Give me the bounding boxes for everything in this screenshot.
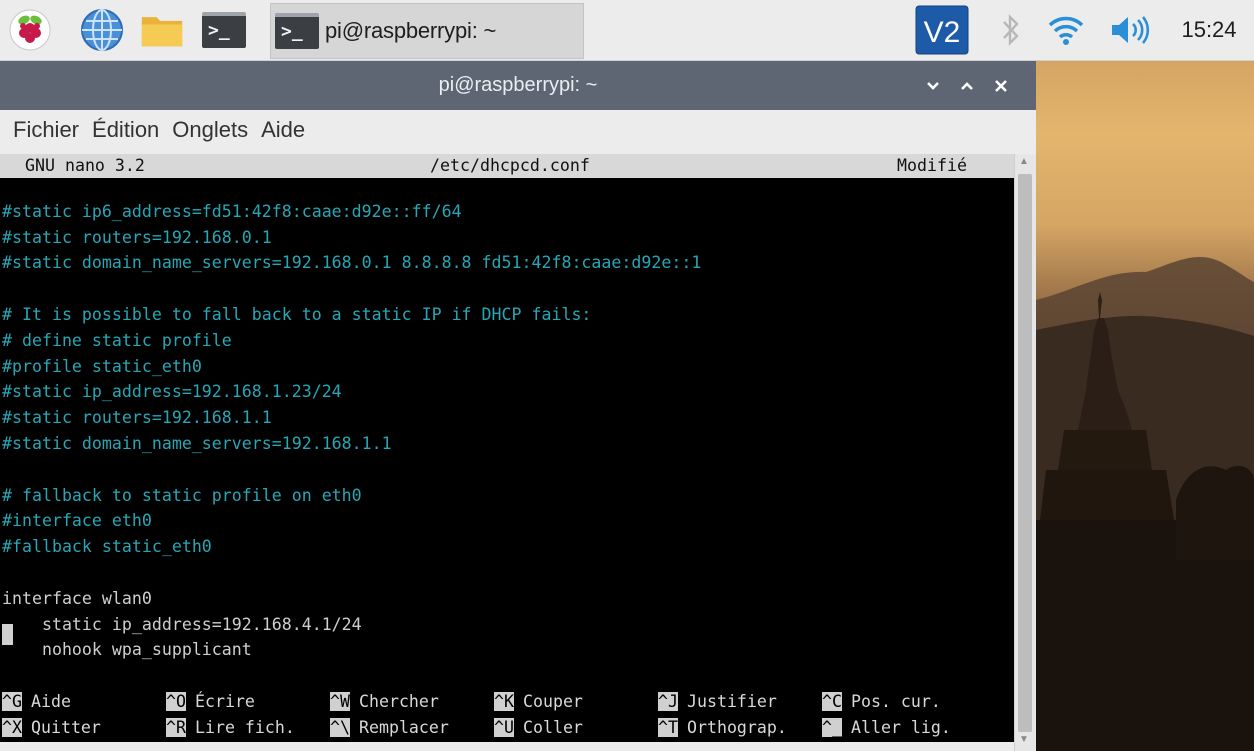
close-button[interactable]	[984, 73, 1018, 99]
web-browser-icon[interactable]	[80, 8, 124, 52]
shortcut-key: ^C	[822, 692, 842, 711]
nano-shortcut[interactable]: ^W Chercher	[330, 689, 439, 715]
editor-line: # It is possible to fall back to a stati…	[2, 305, 592, 324]
temple-silhouette-image	[1036, 0, 1254, 751]
nano-shortcut[interactable]: ^C Pos. cur.	[822, 689, 941, 715]
shortcut-key: ^G	[2, 692, 22, 711]
shortcut-label: Écrire	[194, 692, 255, 711]
nano-shortcut[interactable]: ^J Justifier	[658, 689, 777, 715]
editor-line: # fallback to static profile on eth0	[2, 485, 362, 505]
nano-version: GNU nano 3.2	[25, 156, 145, 175]
bluetooth-icon[interactable]	[996, 4, 1026, 56]
shortcut-label: Pos. cur.	[850, 692, 941, 711]
terminal-area[interactable]: GNU nano 3.2 /etc/dhcpcd.conf Modifié #s…	[0, 154, 1014, 742]
shortcut-key: ^R	[166, 718, 186, 737]
scroll-down-icon[interactable]: ▼	[1019, 734, 1029, 745]
editor-line: #fallback static_eth0	[2, 537, 212, 557]
nano-shortcut-row: ^G Aide ^O Écrire ^W Chercher ^K Couper ^J Justif…	[0, 689, 1014, 715]
menu-onglets[interactable]: Onglets	[172, 117, 248, 143]
volume-icon[interactable]	[1108, 4, 1154, 56]
raspberry-menu-icon[interactable]	[8, 8, 52, 52]
shortcut-key: ^K	[494, 692, 514, 711]
shortcut-key: ^\	[330, 718, 350, 737]
nano-shortcut[interactable]: ^O Écrire	[166, 689, 255, 715]
editor-line: #static routers=192.168.1.1	[2, 408, 272, 428]
editor-line: interface wlan0	[2, 588, 152, 608]
nano-shortcut[interactable]: ^U Coller	[494, 715, 583, 741]
nano-shortcut[interactable]: ^K Couper	[494, 689, 583, 715]
editor-line: #profile static_eth0	[2, 356, 202, 376]
text-cursor	[2, 624, 13, 645]
shortcut-label: Aller lig.	[850, 718, 951, 737]
shortcut-label: Justifier	[686, 692, 777, 711]
menu-aide[interactable]: Aide	[261, 117, 305, 143]
terminal-launcher-icon[interactable]: >_	[202, 8, 246, 52]
shortcut-key: ^J	[658, 692, 678, 711]
shortcut-label: Quitter	[30, 718, 101, 737]
editor-line: #static routers=192.168.0.1	[2, 227, 272, 247]
nano-filename: /etc/dhcpcd.conf	[430, 156, 590, 175]
nano-shortcut[interactable]: ^_ Aller lig.	[822, 715, 951, 741]
maximize-button[interactable]	[950, 73, 984, 99]
close-icon	[995, 80, 1007, 92]
wifi-icon[interactable]	[1046, 4, 1086, 56]
shortcut-key: ^X	[2, 718, 22, 737]
shortcut-key: ^W	[330, 692, 350, 711]
file-manager-icon[interactable]	[140, 8, 184, 52]
nano-header: GNU nano 3.2 /etc/dhcpcd.conf Modifié	[0, 154, 1014, 178]
editor-line: #static ip6_address=fd51:42f8:caae:d92e:…	[2, 201, 462, 221]
editor-line: nohook wpa_supplicant	[2, 640, 252, 660]
clock-time: 15:24	[1181, 17, 1237, 42]
nano-shortcut[interactable]: ^\ Remplacer	[330, 715, 449, 741]
menu-bar: Fichier Édition Onglets Aide	[0, 110, 1036, 150]
shortcut-label: Aide	[30, 692, 71, 711]
shortcut-key: ^U	[494, 718, 514, 737]
editor-line: #static ip_address=192.168.1.23/24	[2, 382, 342, 402]
shortcut-label: Coller	[522, 718, 583, 737]
nano-shortcut-row: ^X Quitter ^R Lire fich. ^\ Remplacer ^U Coller…	[0, 715, 1014, 741]
nano-shortcut[interactable]: ^G Aide	[2, 689, 71, 715]
editor-line: #static domain_name_servers=192.168.1.1	[2, 434, 392, 453]
menu-fichier[interactable]: Fichier	[13, 117, 79, 143]
shortcut-key: ^O	[166, 692, 186, 711]
terminal-scrollbar[interactable]: ▲ ▼	[1014, 154, 1036, 751]
clock[interactable]: 15:24	[1176, 4, 1242, 56]
shortcut-label: Remplacer	[358, 718, 449, 737]
scroll-up-icon[interactable]: ▲	[1019, 156, 1029, 167]
taskbar: >_ >_ pi@raspberrypi: ~ V2 15:24	[0, 0, 1254, 61]
window-title: pi@raspberrypi: ~	[438, 74, 598, 96]
shortcut-label: Couper	[522, 692, 583, 711]
chevron-down-icon	[927, 82, 939, 90]
nano-shortcut[interactable]: ^T Orthograp.	[658, 715, 787, 741]
editor-line: # define static profile	[2, 330, 232, 350]
terminal-window: pi@raspberrypi: ~ Fichier Édition Onglet…	[0, 61, 1036, 751]
taskbar-item-label: pi@raspberrypi: ~	[325, 18, 497, 43]
scroll-thumb[interactable]	[1018, 174, 1032, 732]
window-titlebar[interactable]: pi@raspberrypi: ~	[0, 61, 1036, 110]
taskbar-item-terminal[interactable]: >_ pi@raspberrypi: ~	[270, 3, 584, 59]
chevron-up-icon	[961, 82, 973, 90]
shortcut-key: ^T	[658, 718, 678, 737]
menu-edition[interactable]: Édition	[92, 117, 159, 143]
nano-shortcut[interactable]: ^R Lire fich.	[166, 715, 295, 741]
shortcut-label: Lire fich.	[194, 718, 295, 737]
shortcut-label: Chercher	[358, 692, 439, 711]
editor-line: static ip_address=192.168.4.1/24	[2, 614, 362, 634]
editor-line: #interface eth0	[2, 511, 152, 531]
vnc-label: V2	[924, 16, 961, 49]
shortcut-key: ^_	[822, 718, 842, 737]
nano-shortcut[interactable]: ^X Quitter	[2, 715, 101, 741]
shortcut-label: Orthograp.	[686, 718, 787, 737]
minimize-button[interactable]	[916, 73, 950, 99]
vnc-icon[interactable]: V2	[914, 4, 970, 56]
nano-status: Modifié	[897, 156, 967, 175]
editor-line: #static domain_name_servers=192.168.0.1 …	[2, 253, 702, 273]
terminal-icon: >_	[275, 13, 319, 49]
